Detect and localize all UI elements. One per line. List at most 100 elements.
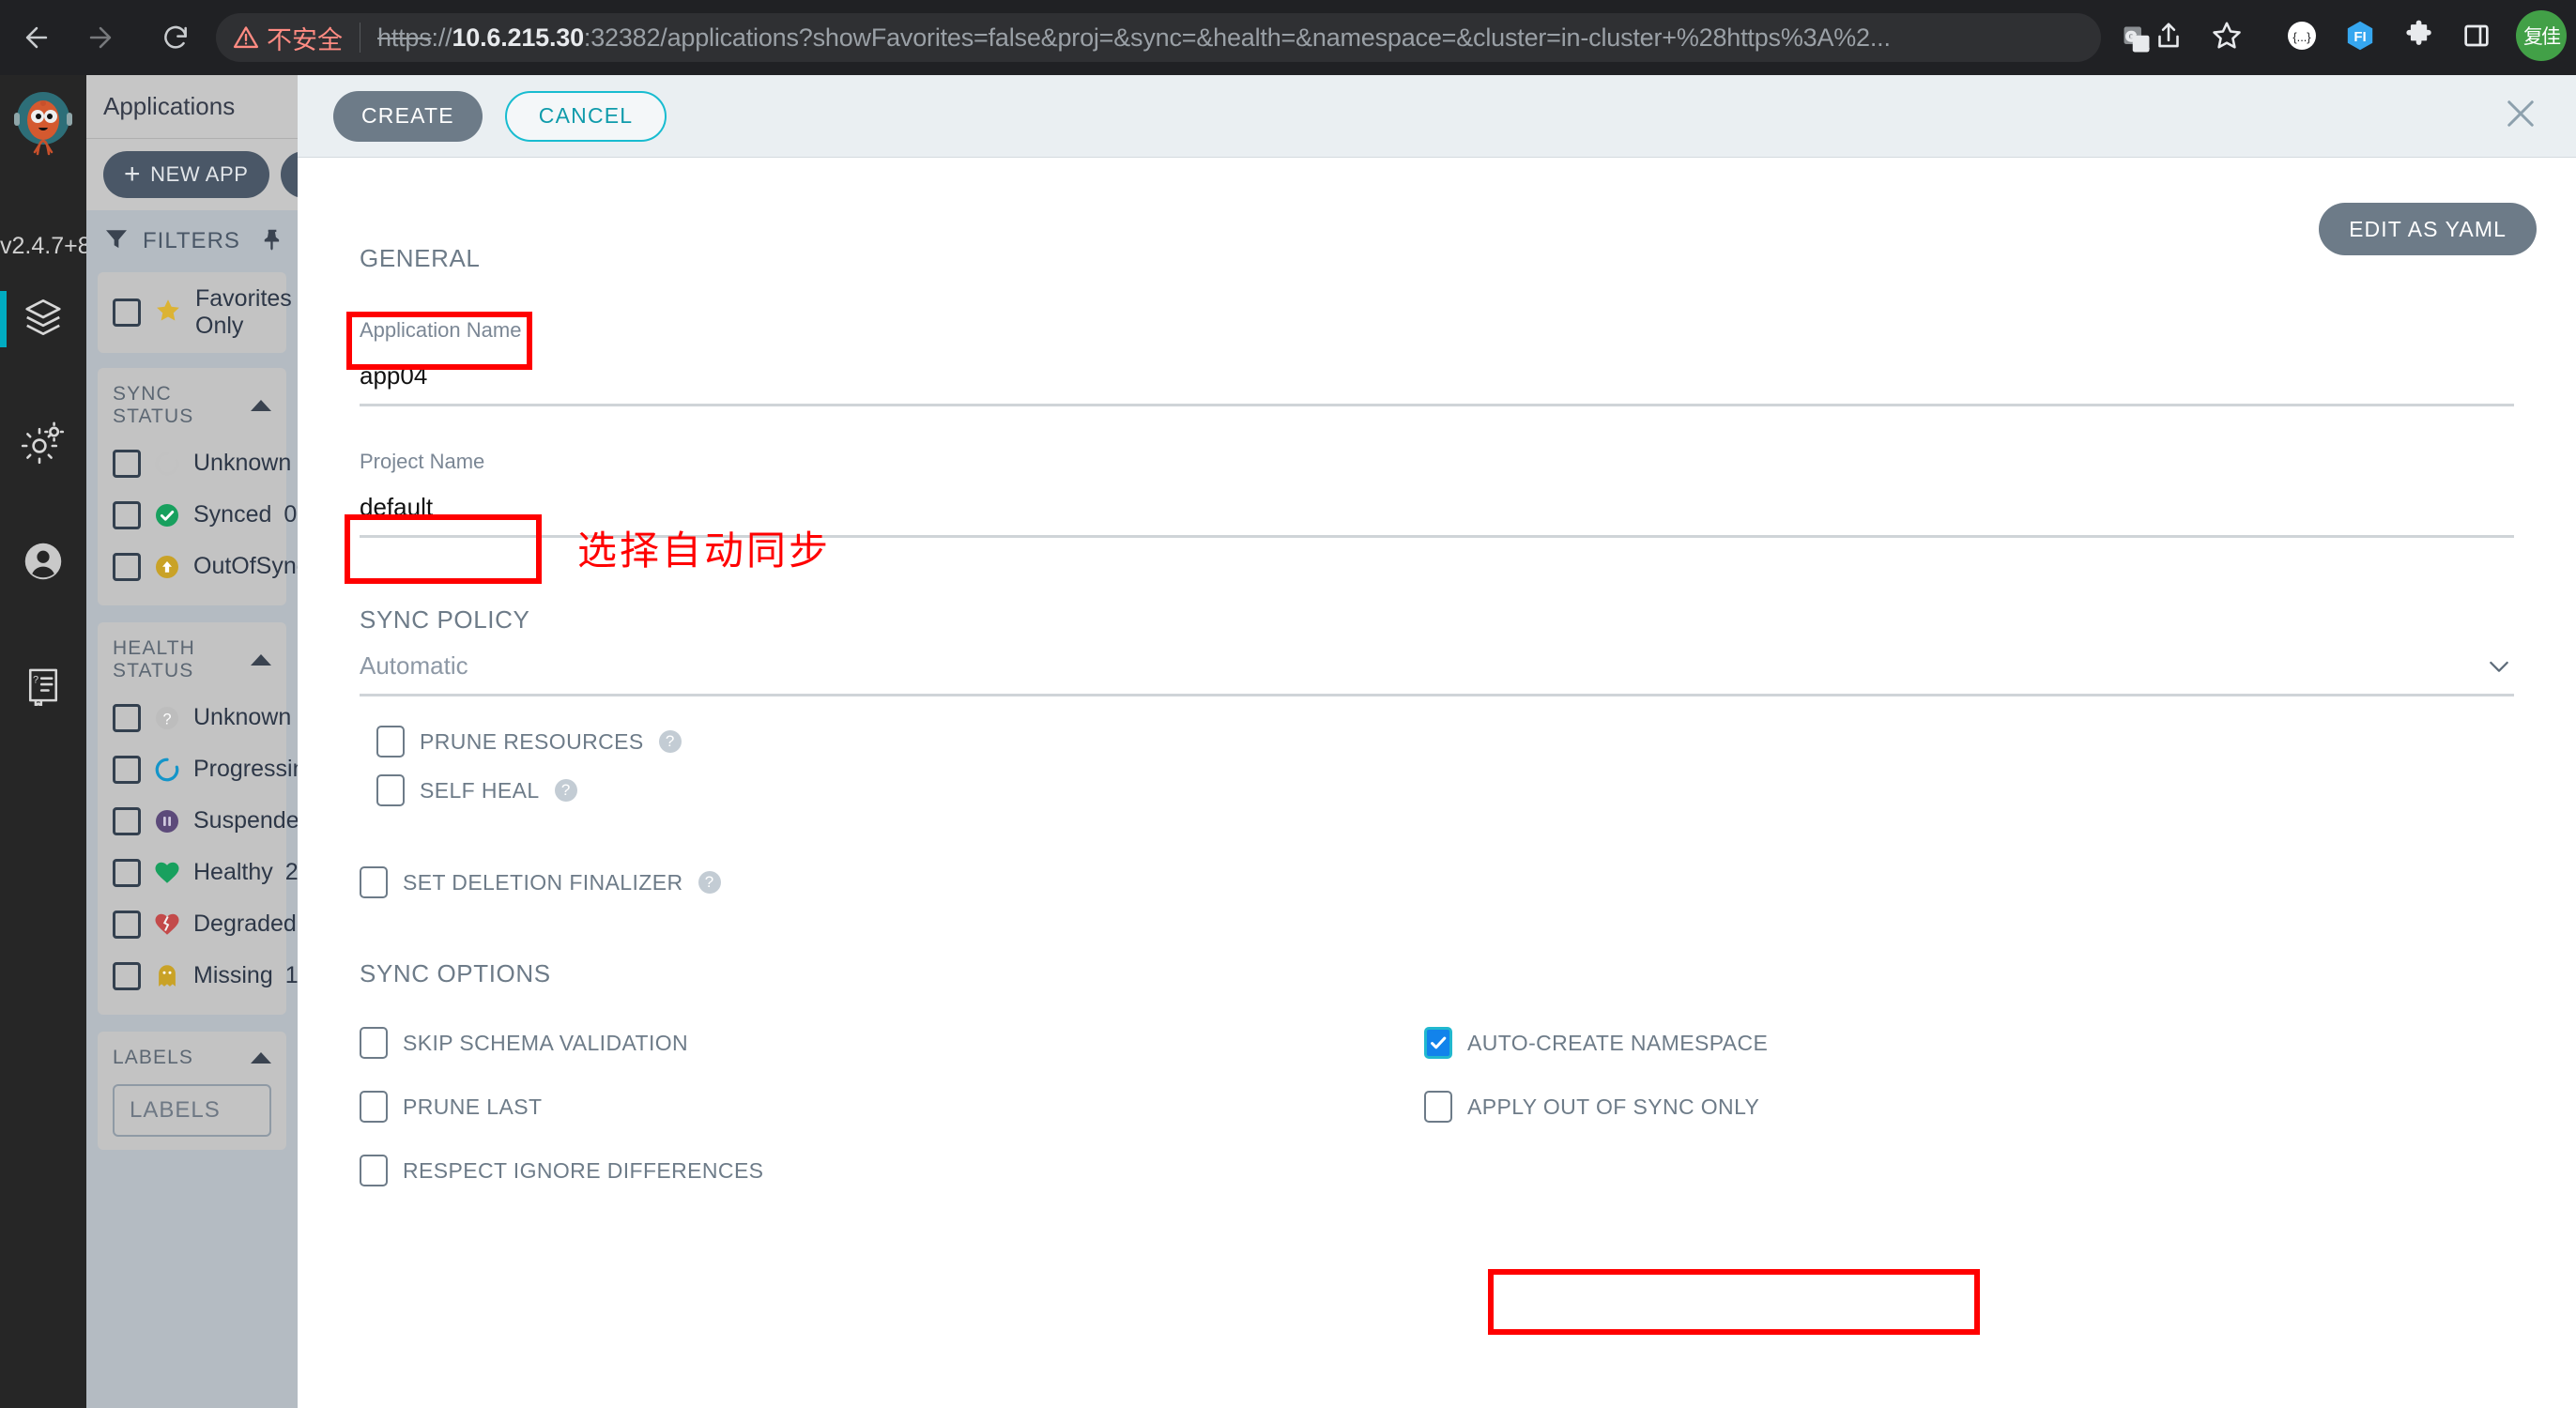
forward-arrow-icon[interactable] <box>73 10 128 65</box>
option-prune-resources[interactable]: PRUNE RESOURCES ? <box>376 717 2514 766</box>
progressing-checkbox[interactable] <box>113 755 141 784</box>
labels-input[interactable]: LABELS <box>113 1084 271 1137</box>
missing-checkbox[interactable] <box>113 961 141 990</box>
option-skip-schema-validation[interactable]: SKIP SCHEMA VALIDATION <box>360 1011 1392 1075</box>
caret-up-icon[interactable] <box>251 654 271 666</box>
degraded-checkbox[interactable] <box>113 910 141 939</box>
progressing-icon <box>153 756 181 784</box>
sync-unknown-label: Unknown <box>193 450 292 476</box>
option-auto-create-namespace[interactable]: AUTO-CREATE NAMESPACE <box>1424 1011 1768 1075</box>
fi-extension-icon[interactable]: FI <box>2334 9 2386 62</box>
filter-row-suspended[interactable]: Suspended 0 <box>98 795 298 847</box>
annotation-note: 选择自动同步 <box>577 528 832 573</box>
address-bar[interactable]: 不安全 https://10.6.215.30:32382/applicatio… <box>216 13 2101 62</box>
caret-up-icon[interactable] <box>251 1052 271 1064</box>
sidebar-item-applications[interactable] <box>0 280 86 359</box>
option-self-heal[interactable]: SELF HEAL ? <box>376 766 2514 815</box>
filter-row-degraded[interactable]: Degraded 0 <box>98 898 297 950</box>
help-icon[interactable]: ? <box>554 779 577 802</box>
filter-row-health-unknown[interactable]: ? Unknown 0 <box>98 692 291 743</box>
synced-checkbox[interactable] <box>113 500 141 529</box>
health-status-header[interactable]: HEALTH STATUS <box>98 632 286 692</box>
filter-row-sync-unknown[interactable]: Unknown 0 <box>98 437 291 489</box>
reload-icon[interactable] <box>148 10 203 65</box>
labels-header[interactable]: LABELS <box>98 1041 286 1079</box>
help-icon[interactable]: ? <box>658 730 682 753</box>
health-unknown-label: Unknown <box>193 704 292 730</box>
missing-label: Missing <box>193 962 273 988</box>
filter-favorites-only[interactable]: Favorites Only <box>98 272 292 353</box>
page-title-bar: Applications <box>86 75 298 139</box>
edit-as-yaml-button[interactable]: EDIT AS YAML <box>2319 203 2537 255</box>
sync-policy-select[interactable]: Automatic <box>360 651 2484 694</box>
sidebar-item-settings[interactable] <box>0 406 86 484</box>
favorites-checkbox[interactable] <box>113 298 141 327</box>
progressing-label: Progressing <box>193 756 298 782</box>
sync-policy-underline <box>360 694 2514 696</box>
suspended-checkbox[interactable] <box>113 806 141 835</box>
avatar-initials: 复佳 <box>2523 26 2561 48</box>
sync-options-left-column: SKIP SCHEMA VALIDATION PRUNE LAST RESPEC… <box>360 1011 1392 1202</box>
url-scheme: https <box>377 23 432 52</box>
layers-icon <box>22 296 65 344</box>
prune-last-checkbox[interactable] <box>360 1091 388 1123</box>
filter-row-missing[interactable]: Missing 1 <box>98 950 298 1002</box>
applications-filter-sidebar: Applications + NEW APP SYNC APPS FILTERS <box>86 75 298 1408</box>
pin-icon[interactable] <box>260 227 284 256</box>
degraded-broken-heart-icon <box>153 911 181 939</box>
filter-row-outofsync[interactable]: OutOfSync 3 <box>98 541 298 592</box>
healthy-heart-icon <box>153 859 181 887</box>
cancel-button[interactable]: CANCEL <box>504 90 667 142</box>
bookmark-star-icon[interactable] <box>2200 9 2253 62</box>
auto-create-namespace-checkbox[interactable] <box>1424 1027 1452 1059</box>
url-host: 10.6.215.30 <box>452 23 584 52</box>
filter-row-synced[interactable]: Synced 0 <box>98 489 297 541</box>
create-button[interactable]: CREATE <box>333 90 483 142</box>
profile-circle-icon[interactable]: {...} <box>2276 9 2328 62</box>
healthy-checkbox[interactable] <box>113 858 141 887</box>
synced-check-icon <box>153 501 181 529</box>
set-deletion-finalizer-checkbox[interactable] <box>360 866 388 898</box>
puzzle-extension-icon[interactable] <box>2392 9 2445 62</box>
url-path: :32382/applications?showFavorites=false&… <box>583 23 1891 52</box>
missing-ghost-icon <box>153 962 181 990</box>
outofsync-checkbox[interactable] <box>113 552 141 581</box>
option-respect-ignore-differences[interactable]: RESPECT IGNORE DIFFERENCES <box>360 1139 1392 1202</box>
degraded-label: Degraded <box>193 911 297 937</box>
sync-status-title: SYNC STATUS <box>113 383 194 427</box>
option-prune-last[interactable]: PRUNE LAST <box>360 1075 1392 1139</box>
not-secure-warning[interactable]: 不安全 <box>233 20 343 56</box>
option-apply-out-of-sync-only[interactable]: APPLY OUT OF SYNC ONLY <box>1424 1075 1768 1139</box>
sync-apps-button[interactable]: SYNC APPS <box>280 151 298 198</box>
app-name-input[interactable]: app04 <box>360 361 2514 404</box>
sidebar-toggle-icon[interactable] <box>2450 9 2503 62</box>
suspended-label: Suspended <box>193 807 298 834</box>
filter-row-healthy[interactable]: Healthy 2 <box>98 847 298 898</box>
respect-ignore-differences-checkbox[interactable] <box>360 1155 388 1186</box>
page-title: Applications <box>103 92 236 120</box>
sidebar-item-user-info[interactable] <box>0 524 86 603</box>
prune-resources-checkbox[interactable] <box>376 726 405 758</box>
option-set-deletion-finalizer[interactable]: SET DELETION FINALIZER ? <box>360 858 2514 907</box>
sidebar-item-documentation[interactable]: ? <box>0 648 86 727</box>
share-icon[interactable] <box>2142 9 2195 62</box>
sync-status-header[interactable]: SYNC STATUS <box>98 377 286 437</box>
health-unknown-checkbox[interactable] <box>113 703 141 732</box>
filter-card-sync-status: SYNC STATUS Unknown 0 Synced 0 <box>98 368 298 605</box>
avatar[interactable]: 复佳 <box>2516 10 2567 61</box>
argo-octopus-logo[interactable] <box>6 84 81 160</box>
skip-schema-validation-checkbox[interactable] <box>360 1027 388 1059</box>
help-icon[interactable]: ? <box>698 871 721 894</box>
edit-as-yaml-label: EDIT AS YAML <box>2349 216 2507 241</box>
close-x-icon[interactable] <box>2501 94 2540 138</box>
apply-out-of-sync-only-checkbox[interactable] <box>1424 1091 1452 1123</box>
back-arrow-icon[interactable] <box>9 10 64 65</box>
self-heal-checkbox[interactable] <box>376 774 405 806</box>
filter-row-progressing[interactable]: Progressing 0 <box>98 743 298 795</box>
user-circle-icon <box>23 541 64 587</box>
chevron-down-icon[interactable] <box>2484 651 2514 694</box>
new-app-button[interactable]: + NEW APP <box>103 151 269 198</box>
svg-text:?: ? <box>162 711 171 727</box>
caret-up-icon[interactable] <box>251 400 271 411</box>
sync-unknown-checkbox[interactable] <box>113 449 141 478</box>
